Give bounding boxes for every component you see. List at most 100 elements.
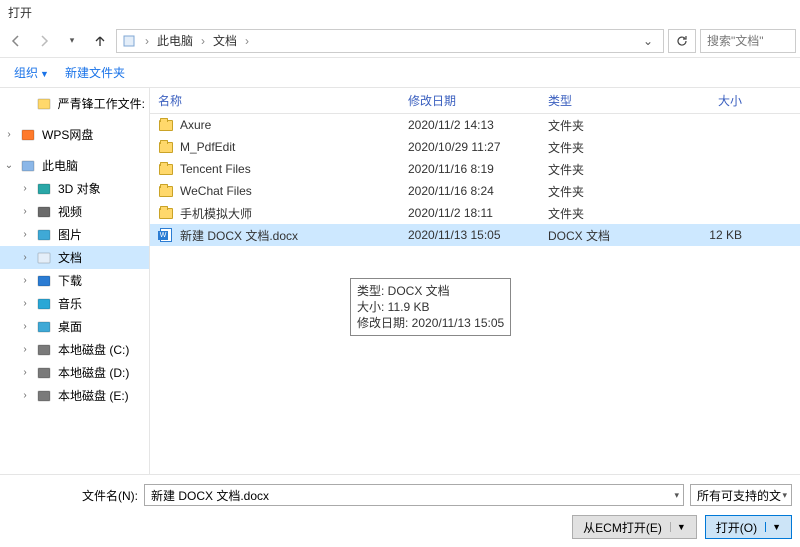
up-button[interactable] xyxy=(88,29,112,53)
file-date: 2020/10/29 11:27 xyxy=(400,140,540,154)
folder-icon xyxy=(158,161,174,177)
expand-icon[interactable]: › xyxy=(20,344,30,355)
expand-icon[interactable]: › xyxy=(20,229,30,240)
filename-label: 文件名(N): xyxy=(8,487,138,504)
new-folder-button[interactable]: 新建文件夹 xyxy=(59,60,131,85)
tree-item[interactable]: › 本地磁盘 (E:) xyxy=(0,384,149,407)
search-input[interactable]: 搜索"文档" xyxy=(700,29,796,53)
nav-tree[interactable]: 严青锋工作文件:›WPS网盘⌄此电脑›3D 对象›视频›图片›文档›下载›音乐›… xyxy=(0,88,150,474)
tree-label: 此电脑 xyxy=(42,157,78,174)
file-type: 文件夹 xyxy=(540,205,660,222)
column-headers[interactable]: 名称 修改日期 类型 大小 xyxy=(150,88,800,114)
dialog-title: 打开 xyxy=(0,0,800,24)
expand-icon[interactable]: › xyxy=(20,298,30,309)
expand-icon[interactable]: ⌄ xyxy=(4,160,14,171)
music-icon xyxy=(36,296,52,312)
ecm-open-button[interactable]: 从ECM打开(E)▼ xyxy=(572,515,697,539)
file-row[interactable]: Axure2020/11/2 14:13文件夹 xyxy=(150,114,800,136)
expand-icon[interactable]: › xyxy=(20,206,30,217)
folder-icon xyxy=(158,117,174,133)
tree-label: 本地磁盘 (D:) xyxy=(58,364,129,381)
tree-item[interactable]: › 桌面 xyxy=(0,315,149,338)
3d-icon xyxy=(36,181,52,197)
file-date: 2020/11/16 8:24 xyxy=(400,184,540,198)
tree-label: 本地磁盘 (C:) xyxy=(58,341,129,358)
file-row[interactable]: Tencent Files2020/11/16 8:19文件夹 xyxy=(150,158,800,180)
tree-label: 3D 对象 xyxy=(58,180,101,197)
expand-icon[interactable]: › xyxy=(20,321,30,332)
dialog-footer: 文件名(N): 新建 DOCX 文档.docx▾ 所有可支持的文▾ 从ECM打开… xyxy=(0,474,800,547)
tree-label: 视频 xyxy=(58,203,82,220)
expand-icon[interactable]: › xyxy=(20,252,30,263)
address-bar[interactable]: › 此电脑 › 文档 › ⌄ xyxy=(116,29,664,53)
chevron-right-icon[interactable]: › xyxy=(241,34,253,48)
tree-item[interactable]: › 音乐 xyxy=(0,292,149,315)
file-type: 文件夹 xyxy=(540,183,660,200)
col-name[interactable]: 名称 xyxy=(150,92,400,109)
filename-dropdown-icon[interactable]: ▾ xyxy=(674,490,679,501)
folder-icon xyxy=(158,139,174,155)
expand-icon[interactable]: › xyxy=(20,275,30,286)
file-row[interactable]: WeChat Files2020/11/16 8:24文件夹 xyxy=(150,180,800,202)
file-name: 新建 DOCX 文档.docx xyxy=(180,227,298,244)
open-button[interactable]: 打开(O)▼ xyxy=(705,515,792,539)
breadcrumb-root[interactable]: 此电脑 xyxy=(157,32,193,49)
docs-icon xyxy=(36,250,52,266)
address-dropdown[interactable]: ⌄ xyxy=(637,34,659,48)
tree-item[interactable]: › 视频 xyxy=(0,200,149,223)
disk-icon xyxy=(36,365,52,381)
tree-label: 音乐 xyxy=(58,295,82,312)
file-tooltip: 类型: DOCX 文档 大小: 11.9 KB 修改日期: 2020/11/13… xyxy=(350,278,511,336)
file-name: Tencent Files xyxy=(180,162,251,176)
docx-icon xyxy=(158,227,174,243)
recent-dropdown[interactable]: ▾ xyxy=(60,29,84,53)
tree-item[interactable]: › 3D 对象 xyxy=(0,177,149,200)
file-type: 文件夹 xyxy=(540,117,660,134)
file-row[interactable]: 新建 DOCX 文档.docx 2020/11/13 15:05DOCX 文档12… xyxy=(150,224,800,246)
tree-label: 本地磁盘 (E:) xyxy=(58,387,129,404)
docs-icon xyxy=(121,33,137,49)
expand-icon[interactable]: › xyxy=(4,129,14,140)
tree-label: 图片 xyxy=(58,226,82,243)
tree-item[interactable]: › 图片 xyxy=(0,223,149,246)
tree-label: 下载 xyxy=(58,272,82,289)
forward-button[interactable] xyxy=(32,29,56,53)
tree-item[interactable]: › 文档 xyxy=(0,246,149,269)
back-button[interactable] xyxy=(4,29,28,53)
organize-menu[interactable]: 组织▼ xyxy=(8,60,55,85)
pc-icon xyxy=(20,158,36,174)
wps-icon xyxy=(20,127,36,143)
tree-label: 文档 xyxy=(58,249,82,266)
folder-icon xyxy=(158,205,174,221)
expand-icon[interactable]: › xyxy=(20,183,30,194)
expand-icon[interactable]: › xyxy=(20,367,30,378)
col-type[interactable]: 类型 xyxy=(540,92,660,109)
col-date[interactable]: 修改日期 xyxy=(400,92,540,109)
filetype-select[interactable]: 所有可支持的文▾ xyxy=(690,484,792,506)
tree-label: 桌面 xyxy=(58,318,82,335)
file-size: 12 KB xyxy=(660,228,750,242)
file-row[interactable]: M_PdfEdit 2020/10/29 11:27文件夹 xyxy=(150,136,800,158)
tree-label: WPS网盘 xyxy=(42,126,93,143)
file-type: 文件夹 xyxy=(540,161,660,178)
expand-icon[interactable]: › xyxy=(20,390,30,401)
file-row[interactable]: 手机模拟大师2020/11/2 18:11文件夹 xyxy=(150,202,800,224)
chevron-right-icon[interactable]: › xyxy=(197,34,209,48)
chevron-right-icon[interactable]: › xyxy=(141,34,153,48)
tree-item[interactable]: › 本地磁盘 (D:) xyxy=(0,361,149,384)
file-type: 文件夹 xyxy=(540,139,660,156)
tree-item[interactable]: 严青锋工作文件: xyxy=(0,92,149,115)
tree-item[interactable]: ⌄ 此电脑 xyxy=(0,154,149,177)
tree-item[interactable]: › 本地磁盘 (C:) xyxy=(0,338,149,361)
tree-label: 严青锋工作文件: xyxy=(58,95,145,112)
file-type: DOCX 文档 xyxy=(540,227,660,244)
filename-input[interactable]: 新建 DOCX 文档.docx▾ xyxy=(144,484,684,506)
tree-item[interactable]: › WPS网盘 xyxy=(0,123,149,146)
tree-item[interactable]: › 下载 xyxy=(0,269,149,292)
file-name: M_PdfEdit xyxy=(180,140,235,154)
breadcrumb-seg[interactable]: 文档 xyxy=(213,32,237,49)
refresh-button[interactable] xyxy=(668,29,696,53)
file-date: 2020/11/13 15:05 xyxy=(400,228,540,242)
toolbar: 组织▼ 新建文件夹 xyxy=(0,58,800,88)
col-size[interactable]: 大小 xyxy=(660,92,750,109)
